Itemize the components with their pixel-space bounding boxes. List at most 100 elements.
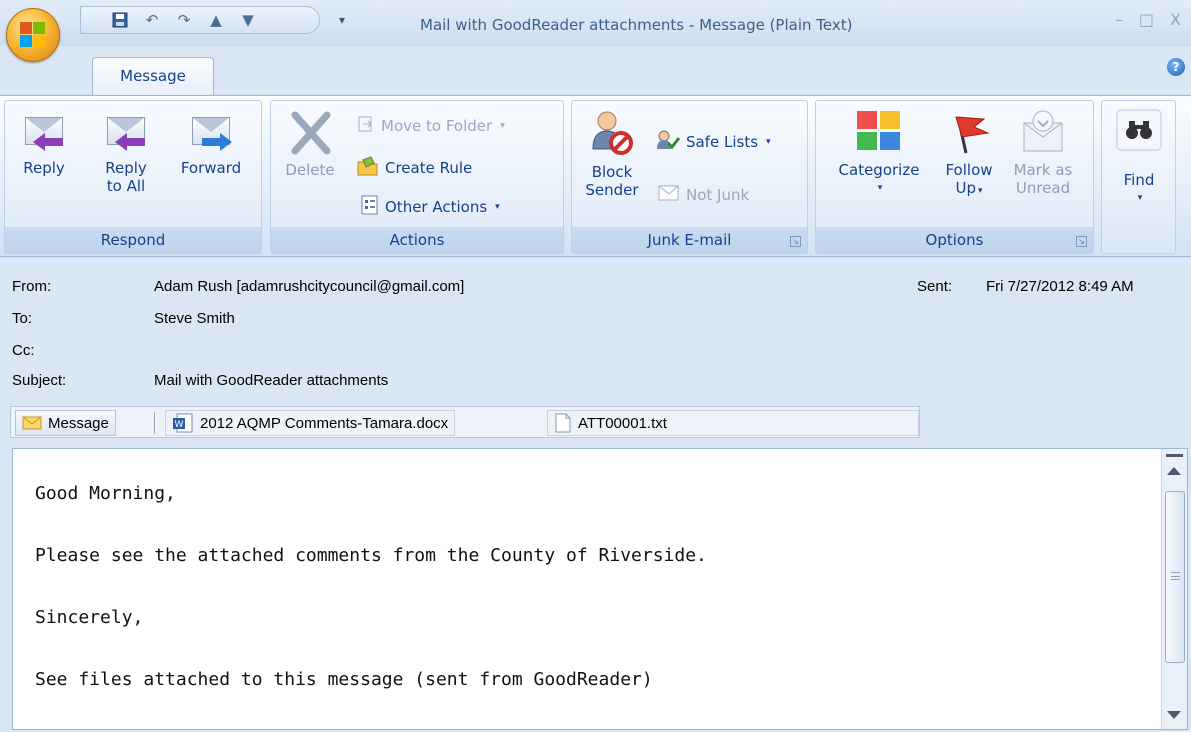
subject-value: Mail with GoodReader attachments [154,372,389,389]
window-title: Mail with GoodReader attachments - Messa… [420,16,853,34]
up-arrow-icon[interactable]: ▲ [207,11,225,29]
group-label-options: Options [816,227,1093,253]
group-respond: Reply Reply to All Forward Respond [4,100,262,254]
categorize-dropdown-icon: ▾ [877,183,883,193]
scroll-up-icon[interactable] [1167,467,1181,475]
svg-text:W: W [175,420,184,430]
reply-icon [21,109,67,153]
redo-icon[interactable]: ↷ [175,11,193,29]
options-dialog-launcher-icon[interactable]: ↘ [1076,236,1087,247]
mark-unread-icon [1023,110,1063,152]
not-junk-button[interactable]: Not Junk [658,184,749,206]
create-rule-icon [357,156,379,180]
block-sender-button[interactable]: Block Sender [584,109,640,199]
junk-dialog-launcher-icon[interactable]: ↘ [790,236,801,247]
attachment-txt-name: ATT00001.txt [578,414,667,432]
attachment-txt[interactable]: ATT00001.txt [547,410,919,436]
attachment-bar: Message W 2012 AQMP Comments-Tamara.docx… [10,406,920,438]
other-actions-icon [361,195,379,219]
message-tab-button[interactable]: Message [15,410,116,436]
mark-as-unread-button[interactable]: Mark as Unread [1006,109,1080,197]
reply-label: Reply [23,159,65,177]
forward-icon [188,109,234,153]
word-doc-icon: W [173,413,193,433]
message-header: From: Adam Rush [adamrushcitycouncil@gma… [0,258,1191,406]
create-rule-button[interactable]: Create Rule [357,156,472,180]
from-value[interactable]: Adam Rush [adamrushcitycouncil@gmail.com… [154,278,464,295]
title-bar: ↶ ↷ ▲ ▼ ▾ Mail with GoodReader attachmen… [0,0,1191,46]
group-label-junk: Junk E-mail [572,227,807,253]
body-line: Good Morning, [35,483,176,504]
group-junk-email: Block Sender Safe Lists ▾ Not Junk Junk E… [571,100,808,254]
move-folder-icon [357,115,375,137]
tab-message[interactable]: Message [92,57,214,97]
move-to-folder-button[interactable]: Move to Folder ▾ [357,115,505,137]
delete-label: Delete [285,161,335,179]
group-find: Find ▾ [1101,100,1176,254]
body-line: Please see the attached comments from th… [35,545,707,566]
group-label-actions: Actions [271,227,563,253]
block-sender-label-1: Block [591,163,633,181]
to-value[interactable]: Steve Smith [154,310,235,327]
mark-unread-label-2: Unread [1015,179,1071,197]
move-to-folder-label: Move to Folder [381,117,493,135]
scroll-split-icon[interactable] [1166,454,1183,457]
group-options: Categorize ▾ Follow Up ▾ Mark as Unread O… [815,100,1094,254]
group-actions: Delete Move to Folder ▾ Create Rule Other… [270,100,564,254]
minimize-button[interactable]: – [1115,10,1123,29]
categorize-button[interactable]: Categorize ▾ [826,109,932,197]
sent-value: Fri 7/27/2012 8:49 AM [986,278,1134,295]
body-line: Sincerely, [35,607,144,628]
attachment-separator [154,412,155,434]
subject-label: Subject: [12,372,67,389]
forward-button[interactable]: Forward [171,109,251,177]
follow-up-button[interactable]: Follow Up ▾ [934,109,1004,200]
not-junk-label: Not Junk [686,186,750,204]
vertical-scrollbar[interactable] [1161,449,1187,729]
find-label: Find [1123,171,1155,189]
create-rule-label: Create Rule [385,159,473,177]
scroll-thumb[interactable] [1165,491,1185,663]
cc-label: Cc: [12,342,35,359]
follow-up-label-2: Up [955,179,976,197]
to-label: To: [12,310,33,327]
forward-label: Forward [180,159,242,177]
find-button[interactable]: Find ▾ [1110,109,1168,207]
flag-icon [955,116,990,154]
ribbon: Reply Reply to All Forward Respond Delet… [0,95,1191,257]
mark-unread-label-1: Mark as [1013,161,1073,179]
categorize-icon [857,111,900,150]
down-arrow-icon[interactable]: ▼ [239,11,257,29]
body-line: See files attached to this message (sent… [35,669,653,690]
attachment-docx-name: 2012 AQMP Comments-Tamara.docx [200,414,449,432]
close-button[interactable]: X [1170,10,1181,29]
safe-lists-icon [656,129,681,155]
block-sender-icon [592,111,633,155]
sent-label: Sent: [917,278,953,295]
window-controls: – □ X [1115,10,1181,29]
other-actions-button[interactable]: Other Actions ▾ [361,195,500,219]
categorize-label: Categorize [838,161,920,179]
text-file-icon [555,413,571,433]
quick-access-toolbar: ↶ ↷ ▲ ▼ ▾ [80,6,345,34]
delete-button[interactable]: Delete [281,109,339,179]
delete-x-icon [291,111,331,155]
safe-lists-button[interactable]: Safe Lists ▾ [656,129,771,155]
scroll-down-icon[interactable] [1167,711,1181,719]
reply-all-icon [103,109,149,153]
save-icon[interactable] [111,11,129,29]
message-tab-label: Message [48,414,109,432]
office-logo-icon [20,22,46,48]
reply-button[interactable]: Reply [19,109,69,177]
attachment-docx[interactable]: W 2012 AQMP Comments-Tamara.docx [165,410,456,436]
not-junk-icon [658,184,680,206]
customize-qat-icon[interactable]: ▾ [333,11,351,29]
undo-icon[interactable]: ↶ [143,11,161,29]
help-icon[interactable]: ? [1167,58,1185,76]
reply-all-button[interactable]: Reply to All [97,109,155,195]
office-button[interactable] [6,8,60,62]
message-body[interactable]: Good Morning, Please see the attached co… [12,448,1188,730]
other-actions-label: Other Actions [385,198,488,216]
binoculars-icon [1116,109,1162,151]
maximize-button[interactable]: □ [1139,10,1154,29]
